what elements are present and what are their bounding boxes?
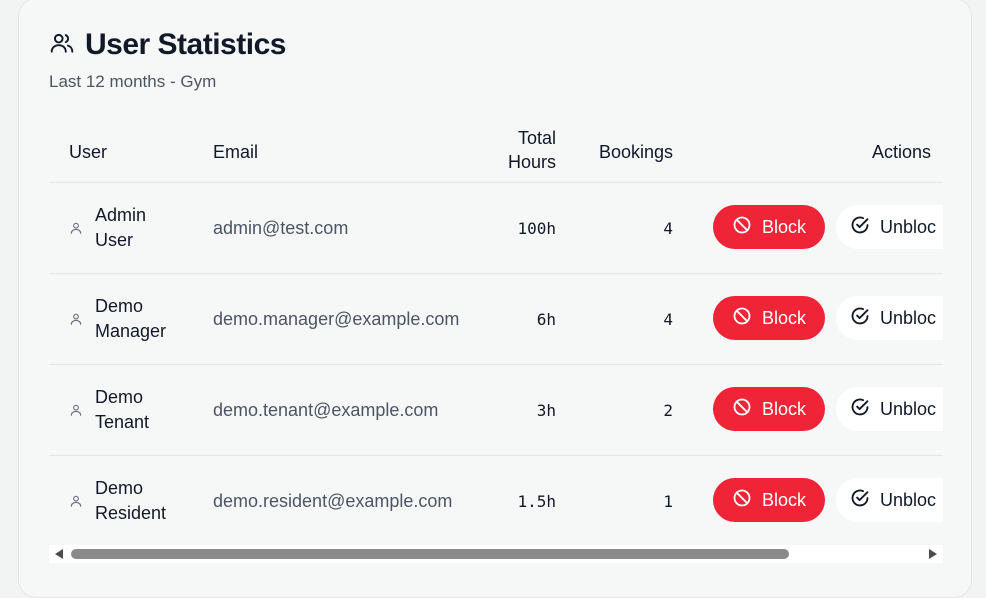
block-button[interactable]: Block [713, 296, 825, 340]
check-circle-icon [850, 488, 870, 513]
table-row: Admin User admin@test.com 100h 4 Block Unbloc [49, 183, 943, 274]
user-cell: Demo Resident [69, 456, 185, 545]
unblock-button-label: Unbloc [880, 216, 937, 237]
bookings-value: 4 [663, 218, 673, 238]
user-name: Admin User [95, 205, 147, 250]
column-header-email: Email [213, 142, 259, 162]
block-button-label: Block [761, 398, 806, 419]
bookings-value: 4 [663, 309, 673, 329]
block-icon [732, 488, 752, 513]
column-header-user: User [69, 142, 108, 162]
unblock-button[interactable]: Unbloc [836, 478, 943, 522]
user-name: Demo Manager [95, 296, 167, 341]
user-cell: Demo Manager [69, 274, 185, 364]
total-hours-value: 6h [536, 309, 556, 329]
user-name: Demo Tenant [95, 387, 150, 432]
unblock-button[interactable]: Unbloc [836, 387, 943, 431]
user-cell: Admin User [69, 183, 185, 273]
total-hours-value: 3h [536, 400, 556, 420]
unblock-button-label: Unbloc [880, 489, 937, 510]
column-header-actions: Actions [871, 142, 931, 162]
block-button[interactable]: Block [713, 387, 825, 431]
block-button[interactable]: Block [713, 478, 825, 522]
block-icon [732, 306, 752, 331]
user-email: demo.manager@example.com [213, 308, 460, 329]
unblock-button-label: Unbloc [880, 398, 937, 419]
check-circle-icon [850, 306, 870, 331]
scroll-left-arrow-icon[interactable] [55, 549, 63, 559]
block-button-label: Block [761, 216, 806, 237]
total-hours-value: 100h [517, 218, 556, 238]
block-icon [732, 215, 752, 240]
user-table: User Email Total Hours Bookings Actions … [49, 120, 943, 545]
unblock-button[interactable]: Unbloc [836, 205, 943, 249]
column-header-total-hours: Total Hours [507, 128, 556, 172]
table-row: Demo Manager demo.manager@example.com 6h 4 B… [49, 274, 943, 365]
user-name: Demo Resident [95, 478, 167, 523]
table-header: User Email Total Hours Bookings Actions [49, 120, 943, 183]
scrollbar-thumb[interactable] [71, 549, 789, 559]
table-row: Demo Resident demo.resident@example.com 1.… [49, 456, 943, 545]
users-icon [49, 30, 75, 61]
user-icon [69, 494, 83, 508]
block-button-label: Block [761, 307, 806, 328]
unblock-button[interactable]: Unbloc [836, 296, 943, 340]
user-icon [69, 221, 83, 235]
block-button[interactable]: Block [713, 205, 825, 249]
total-hours-value: 1.5h [517, 491, 556, 511]
horizontal-scrollbar[interactable] [49, 545, 943, 563]
bookings-value: 1 [663, 491, 673, 511]
title-row: User Statistics [49, 28, 286, 62]
page-title: User Statistics [85, 28, 286, 61]
page-subtitle: Last 12 months - Gym [49, 72, 217, 91]
user-email: admin@test.com [213, 217, 349, 238]
check-circle-icon [850, 215, 870, 240]
block-icon [732, 397, 752, 422]
block-button-label: Block [761, 489, 806, 510]
user-icon [69, 312, 83, 326]
scroll-right-arrow-icon[interactable] [929, 549, 937, 559]
unblock-button-label: Unbloc [880, 307, 937, 328]
bookings-value: 2 [663, 400, 673, 420]
user-icon [69, 403, 83, 417]
column-header-bookings: Bookings [598, 142, 673, 162]
card-header: User Statistics Last 12 months - Gym [49, 28, 286, 92]
check-circle-icon [850, 397, 870, 422]
user-cell: Demo Tenant [69, 365, 185, 455]
user-email: demo.resident@example.com [213, 490, 453, 511]
user-email: demo.tenant@example.com [213, 399, 439, 420]
table-row: Demo Tenant demo.tenant@example.com 3h 2 Blo… [49, 365, 943, 456]
